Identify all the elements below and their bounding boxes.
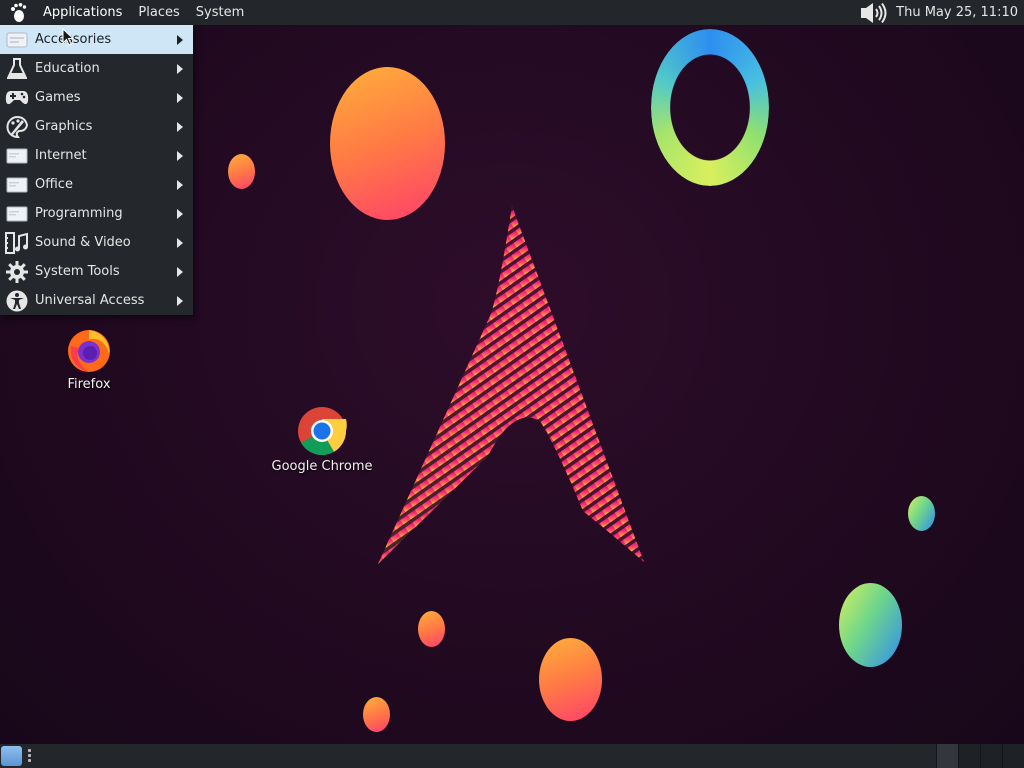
flask-icon [5,57,29,81]
programming-icon [5,202,29,226]
workspace-3[interactable] [980,744,1002,768]
arch-logo [378,206,644,564]
submenu-arrow-icon [177,180,183,190]
menu-item-sound-video[interactable]: Sound & Video [0,228,193,257]
menu-item-label: System Tools [35,264,120,279]
menu-item-label: Accessories [35,32,112,47]
places-menu[interactable]: Places [130,0,187,25]
accessibility-icon [5,289,29,313]
system-menu[interactable]: System [188,0,252,25]
show-desktop-icon[interactable] [1,746,22,766]
applications-menu[interactable]: Applications [35,0,130,25]
menu-item-accessories[interactable]: Accessories [0,25,193,54]
menu-item-education[interactable]: Education [0,54,193,83]
gear-icon [5,260,29,284]
submenu-arrow-icon [177,209,183,219]
wallpaper-bubble [418,611,445,647]
submenu-arrow-icon [177,122,183,132]
firefox-icon [68,330,110,372]
film-music-icon [5,231,29,255]
wallpaper-bubble [330,67,445,220]
menu-item-label: Education [35,61,100,76]
office-icon [5,173,29,197]
menu-item-label: Office [35,177,73,192]
desktop-icon-label: Google Chrome [271,459,373,474]
menu-item-label: Programming [35,206,123,221]
wallpaper-bubble [839,583,902,667]
wallpaper-bubble [228,154,255,189]
menu-item-label: Universal Access [35,293,145,308]
workspace-4[interactable] [1002,744,1024,768]
submenu-arrow-icon [177,296,183,306]
menu-item-universal-access[interactable]: Universal Access [0,286,193,315]
menu-item-games[interactable]: Games [0,83,193,112]
panel-handle-icon[interactable] [28,749,32,763]
top-panel: Applications Places System Thu May 25, 1… [0,0,1024,25]
accessories-icon [5,28,29,52]
menu-item-system-tools[interactable]: System Tools [0,257,193,286]
menu-item-graphics[interactable]: Graphics [0,112,193,141]
wallpaper-ring [651,29,769,186]
wallpaper-bubble [539,638,602,721]
clock[interactable]: Thu May 25, 11:10 [896,5,1018,20]
submenu-arrow-icon [177,64,183,74]
menu-item-label: Internet [35,148,87,163]
submenu-arrow-icon [177,151,183,161]
menu-item-label: Games [35,90,81,105]
gnome-foot-icon[interactable] [9,2,29,23]
bottom-panel [0,744,1024,768]
desktop-icon-firefox[interactable]: Firefox [54,326,124,392]
menu-item-label: Sound & Video [35,235,131,250]
wallpaper-bubble [363,697,390,732]
submenu-arrow-icon [177,267,183,277]
internet-icon [5,144,29,168]
mouse-cursor-icon [62,28,74,46]
applications-dropdown: Accessories Education Games Graphics Int… [0,25,193,315]
menu-item-internet[interactable]: Internet [0,141,193,170]
volume-icon[interactable] [860,2,890,23]
desktop-icon-label: Firefox [67,377,111,392]
chrome-icon [298,407,347,456]
wallpaper-bubble [908,496,935,531]
workspace-2[interactable] [958,744,980,768]
menu-item-office[interactable]: Office [0,170,193,199]
submenu-arrow-icon [177,238,183,248]
panel-tray: Thu May 25, 11:10 [860,0,1018,25]
menu-item-programming[interactable]: Programming [0,199,193,228]
palette-icon [5,115,29,139]
gamepad-icon [5,86,29,110]
menu-item-label: Graphics [35,119,93,134]
desktop-icon-chrome[interactable]: Google Chrome [268,406,376,474]
workspace-1[interactable] [936,744,958,768]
workspace-switcher[interactable] [936,744,1024,768]
submenu-arrow-icon [177,35,183,45]
submenu-arrow-icon [177,93,183,103]
